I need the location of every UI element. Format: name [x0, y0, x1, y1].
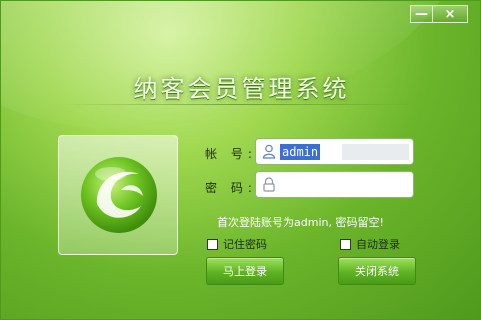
account-value: admin	[280, 144, 321, 160]
title-divider	[61, 104, 421, 105]
remember-password-checkbox[interactable]: 记住密码	[207, 236, 267, 252]
password-input[interactable]	[255, 171, 414, 198]
minimize-icon: —	[415, 6, 428, 22]
minimize-button[interactable]: —	[410, 5, 432, 23]
login-window: — × 纳客会员管理系统 帐 号: admin 密 码: 首次登陆账号为admi…	[0, 0, 481, 320]
account-input[interactable]: admin	[255, 138, 414, 165]
lock-icon	[262, 177, 276, 196]
app-title: 纳客会员管理系统	[133, 75, 350, 103]
auto-login-checkbox[interactable]: 自动登录	[340, 236, 400, 252]
user-icon	[262, 144, 276, 163]
checkbox-box	[207, 238, 218, 250]
close-system-button[interactable]: 关闭系统	[338, 257, 416, 285]
green-swirl-logo-icon	[81, 157, 157, 233]
close-window-button[interactable]: ×	[432, 5, 468, 23]
remember-password-label: 记住密码	[223, 238, 267, 251]
login-button[interactable]: 马上登录	[206, 257, 284, 285]
logo-panel	[58, 135, 178, 255]
checkbox-box	[340, 238, 351, 250]
account-field-fill	[342, 144, 409, 160]
account-label: 帐 号:	[205, 147, 257, 161]
auto-login-label: 自动登录	[356, 238, 400, 251]
password-label: 密 码:	[205, 181, 257, 195]
titlebar-controls: — ×	[410, 5, 468, 23]
login-hint: 首次登陆账号为admin, 密码留空!	[217, 216, 384, 229]
close-icon: ×	[444, 6, 456, 22]
